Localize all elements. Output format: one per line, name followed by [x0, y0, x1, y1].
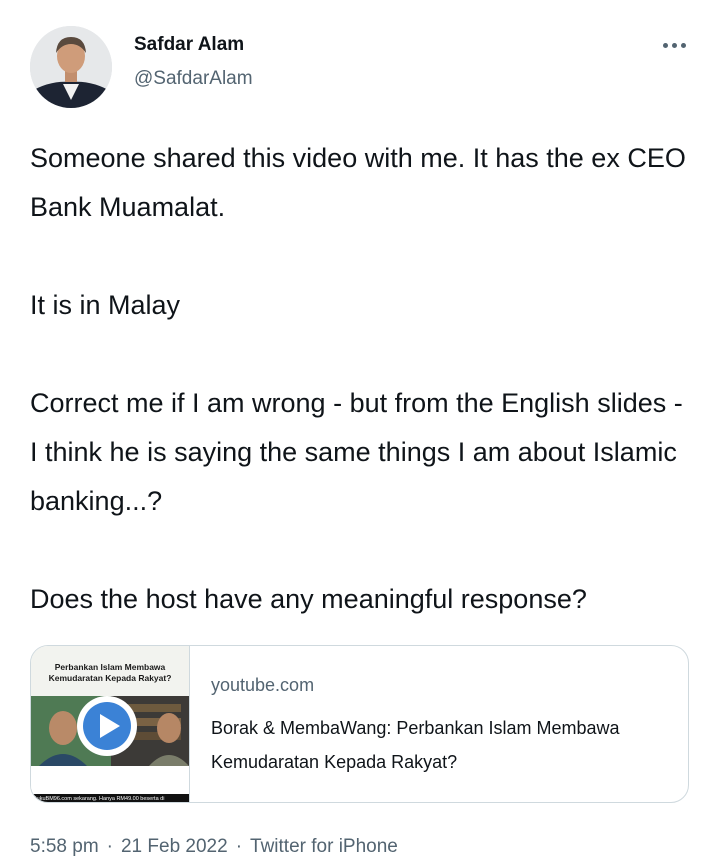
link-card[interactable]: Perbankan Islam Membawa Kemudaratan Kepa…: [30, 645, 689, 803]
tweet-paragraph: Someone shared this video with me. It ha…: [30, 143, 686, 222]
tweet-source[interactable]: Twitter for iPhone: [250, 836, 398, 858]
avatar[interactable]: [30, 26, 112, 108]
avatar-image: [30, 26, 112, 108]
tweet-paragraph: Does the host have any meaningful respon…: [30, 584, 587, 614]
tweet-paragraph: It is in Malay: [30, 290, 181, 320]
more-horizontal-icon: [662, 42, 668, 48]
thumbnail-title: Perbankan Islam Membawa Kemudaratan Kepa…: [48, 662, 172, 683]
video-thumbnail[interactable]: Perbankan Islam Membawa Kemudaratan Kepa…: [31, 646, 190, 802]
link-domain: youtube.com: [211, 675, 315, 695]
link-title: Borak & MembaWang: Perbankan Islam Memba…: [211, 718, 620, 772]
author-name[interactable]: Safdar Alam: [134, 34, 244, 56]
meta-separator: ·: [235, 836, 243, 857]
tweet-time[interactable]: 5:58 pm: [30, 836, 99, 858]
more-horizontal-icon: [680, 42, 686, 48]
tweet-date[interactable]: 21 Feb 2022: [121, 836, 228, 858]
tweet-text: Someone shared this video with me. It ha…: [30, 134, 690, 624]
more-horizontal-icon: [671, 42, 677, 48]
link-card-info: youtube.com Borak & MembaWang: Perbankan…: [190, 646, 631, 802]
tweet-paragraph: Correct me if I am wrong - but from the …: [30, 388, 683, 516]
thumbnail-ticker: BukuBM96.com sekarang. Hanya RM49.00 bes…: [33, 796, 165, 802]
meta-separator: ·: [106, 836, 113, 857]
author-handle[interactable]: @SafdarAlam: [134, 68, 253, 90]
more-options-button[interactable]: [654, 34, 694, 56]
tweet-meta: 5:58 pm · 21 Feb 2022 · Twitter for iPho…: [30, 836, 398, 858]
